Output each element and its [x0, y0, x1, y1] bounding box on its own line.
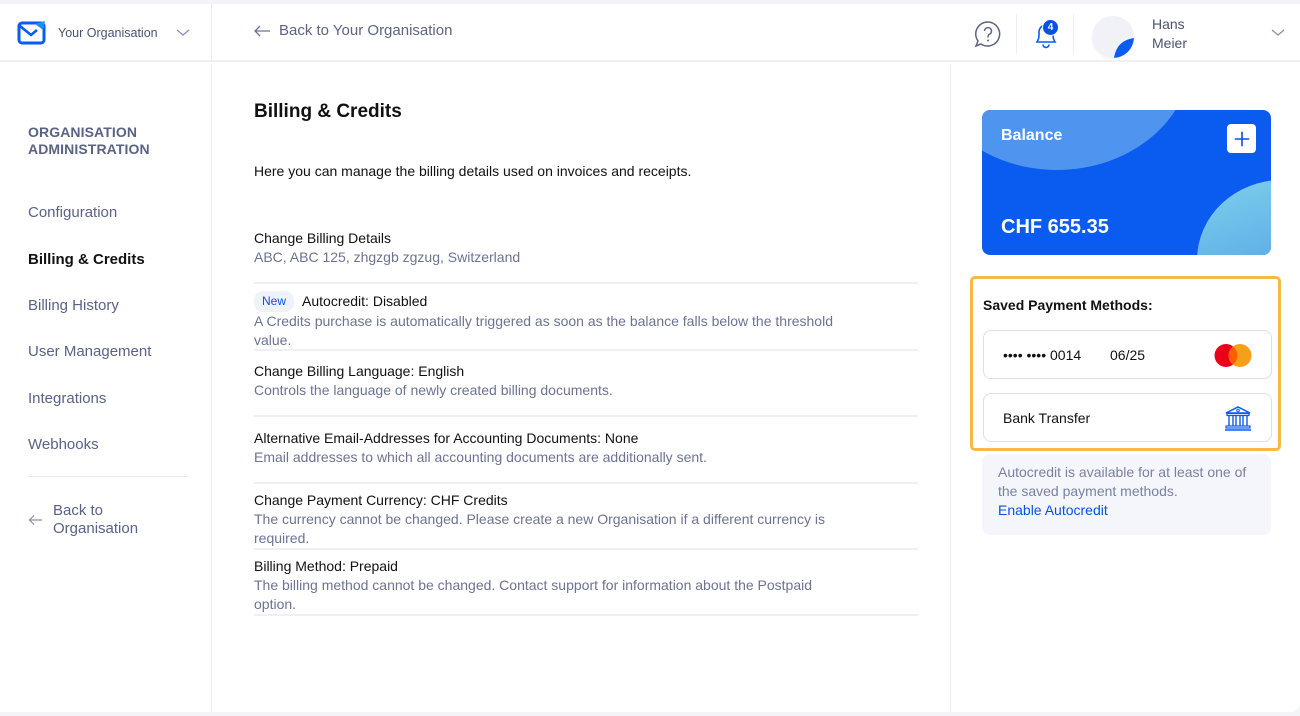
card-expiry: 06/25 [1110, 347, 1146, 363]
mail-logo-icon [17, 21, 46, 45]
payment-method-bank-transfer[interactable]: Bank Transfer [983, 393, 1272, 442]
organisation-switcher[interactable]: Your Organisation [0, 4, 212, 62]
setting-title: Change Billing Language: English [254, 363, 465, 379]
balance-label: Balance [1001, 127, 1063, 144]
header-divider [1016, 14, 1017, 54]
chevron-down-icon[interactable] [1271, 28, 1285, 38]
right-panel: Balance CHF 655.35 Saved Payment Methods… [950, 64, 1300, 712]
setting-billing-method[interactable]: Billing Method: Prepaid The billing meth… [254, 557, 918, 616]
back-to-organisation-link[interactable]: Back to Your Organisation [253, 22, 452, 39]
mastercard-icon [1214, 344, 1252, 367]
back-link-label: Back to Your Organisation [279, 22, 453, 39]
user-avatar[interactable] [1092, 16, 1134, 58]
sidebar-title-line: ADMINISTRATION [28, 141, 150, 157]
sidebar-item-billing-credits[interactable]: Billing & Credits [28, 251, 145, 268]
setting-description: The billing method cannot be changed. Co… [254, 577, 813, 612]
sidebar-item-billing-history[interactable]: Billing History [28, 297, 119, 314]
sidebar-item-integrations[interactable]: Integrations [28, 390, 106, 407]
bank-transfer-label: Bank Transfer [1003, 410, 1091, 426]
setting-alternative-emails[interactable]: Alternative Email-Addresses for Accounti… [254, 429, 918, 484]
setting-description: The currency cannot be changed. Please c… [254, 511, 825, 546]
setting-description: Controls the language of newly created b… [254, 382, 613, 398]
plus-icon [1234, 131, 1249, 146]
sidebar-back-to-organisation[interactable]: Back to Organisation [28, 502, 138, 538]
user-name[interactable]: Hans Meier [1152, 15, 1187, 53]
setting-title: Billing Method: Prepaid [254, 558, 398, 574]
new-badge: New [254, 291, 295, 312]
user-last-name: Meier [1152, 35, 1188, 51]
setting-payment-currency[interactable]: Change Payment Currency: CHF Credits The… [254, 491, 918, 550]
help-icon[interactable] [973, 19, 1003, 49]
page-title: Billing & Credits [254, 101, 402, 122]
setting-title: Change Billing Details [254, 230, 391, 246]
sidebar-item-webhooks[interactable]: Webhooks [28, 436, 99, 453]
setting-billing-details[interactable]: Change Billing Details ABC, ABC 125, zhg… [254, 229, 918, 284]
arrow-left-icon [28, 515, 42, 525]
chevron-down-icon [176, 29, 190, 36]
sidebar-item-configuration[interactable]: Configuration [28, 204, 117, 221]
autocredit-info: Autocredit is available for at least one… [982, 454, 1271, 535]
page-intro: Here you can manage the billing details … [254, 163, 692, 179]
sidebar-title: ORGANISATION ADMINISTRATION [28, 124, 150, 158]
sidebar-back-label: Back to [53, 502, 104, 519]
user-first-name: Hans [1152, 16, 1185, 32]
sidebar-divider [28, 476, 188, 477]
payment-methods-title: Saved Payment Methods: [983, 297, 1153, 313]
card-number: •••• •••• 0014 [1003, 347, 1082, 363]
setting-title: Alternative Email-Addresses for Accounti… [254, 430, 639, 446]
bank-icon [1225, 406, 1251, 431]
enable-autocredit-link[interactable]: Enable Autocredit [998, 501, 1255, 520]
top-bar: Your Organisation Back to Your Organisat… [0, 4, 1300, 62]
setting-description: A Credits purchase is automatically trig… [254, 313, 833, 348]
organisation-name: Your Organisation [58, 26, 158, 40]
saved-payment-methods: Saved Payment Methods: •••• •••• 0014 06… [970, 276, 1281, 451]
notification-count-badge: 4 [1042, 19, 1059, 36]
sidebar-item-user-management[interactable]: User Management [28, 343, 151, 360]
sidebar-back-label: Organisation [53, 520, 139, 537]
setting-description: Email addresses to which all accounting … [254, 449, 707, 465]
setting-autocredit[interactable]: New Autocredit: Disabled A Credits purch… [254, 291, 918, 351]
setting-title: Autocredit: Disabled [302, 293, 428, 309]
setting-billing-language[interactable]: Change Billing Language: English Control… [254, 362, 918, 417]
card-decoration [1197, 180, 1271, 255]
app-window: Your Organisation Back to Your Organisat… [0, 4, 1300, 712]
sidebar-title-line: ORGANISATION [28, 124, 138, 140]
add-credits-button[interactable] [1227, 124, 1256, 153]
header-divider [1073, 14, 1074, 54]
main-content: Billing & Credits Here you can manage th… [213, 64, 950, 712]
setting-description: ABC, ABC 125, zhgzgb zgzug, Switzerland [254, 249, 521, 265]
setting-title: Change Payment Currency: CHF Credits [254, 492, 508, 508]
sidebar: ORGANISATION ADMINISTRATION Configuratio… [0, 64, 212, 712]
autocredit-info-text: Autocredit is available for at least one… [998, 464, 1247, 499]
balance-amount: CHF 655.35 [1001, 216, 1109, 238]
arrow-left-icon [254, 25, 270, 36]
avatar-shape-icon [1114, 38, 1134, 58]
payment-method-card[interactable]: •••• •••• 0014 06/25 [983, 330, 1272, 379]
balance-card: Balance CHF 655.35 [982, 110, 1271, 255]
